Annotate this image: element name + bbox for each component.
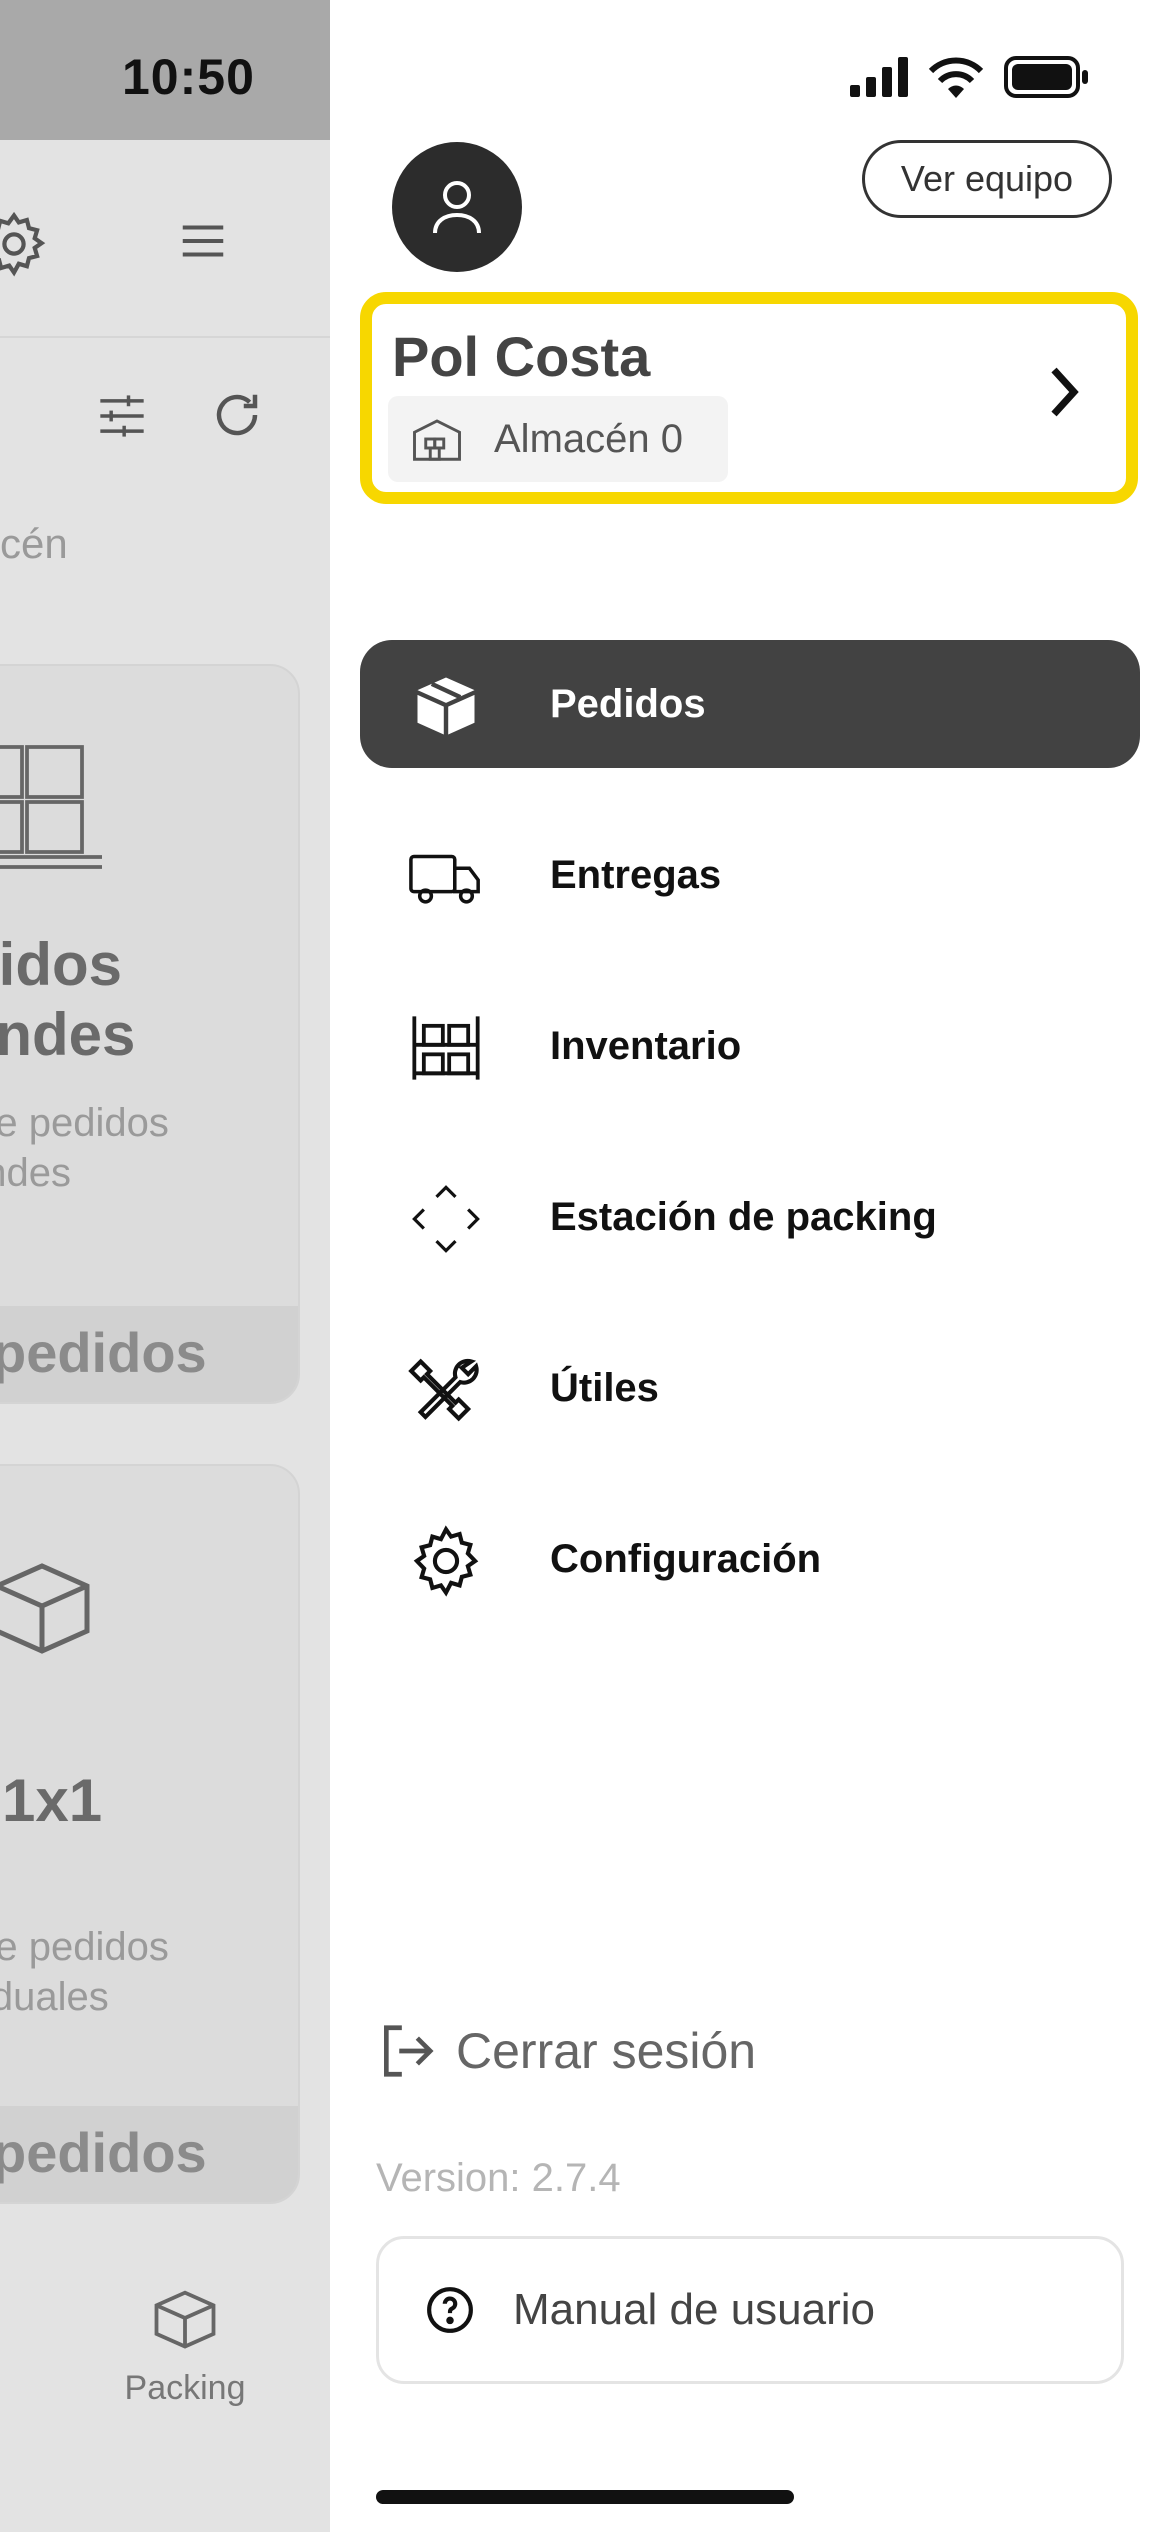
tools-icon [408, 1358, 479, 1422]
hamburger-menu-icon[interactable] [176, 214, 230, 268]
help-circle-icon [427, 2287, 473, 2333]
box-icon [0, 1563, 90, 1654]
user-manual-button[interactable]: Manual de usuario [376, 2236, 1124, 2384]
logout-button[interactable]: Cerrar sesión [376, 2020, 756, 2082]
menu-label: Configuración [550, 1536, 822, 1581]
status-bar-left: 10:50 [0, 0, 330, 140]
menu-item-pedidos[interactable]: Pedidos [360, 640, 1140, 768]
tab-packing[interactable]: Packing [110, 2280, 260, 2408]
arrows-diamond-icon [412, 1185, 480, 1253]
shelves-icon [412, 1016, 480, 1080]
user-profile-card[interactable]: Pol Costa Almacén 0 [360, 292, 1138, 504]
logout-icon [384, 2025, 434, 2077]
avatar[interactable] [392, 142, 522, 272]
user-name: Pol Costa [392, 325, 651, 388]
card-title: didos andes [0, 931, 136, 1068]
menu-label: Inventario [550, 1023, 742, 1068]
settings-gear-icon[interactable] [0, 208, 50, 280]
user-manual-label: Manual de usuario [513, 2285, 876, 2334]
refresh-icon[interactable] [210, 388, 264, 442]
wifi-icon [928, 57, 984, 98]
box-icon [417, 677, 475, 735]
user-icon [433, 181, 481, 234]
card-title: 1x1 [2, 1767, 103, 1834]
menu-item-estacion-packing[interactable]: Estación de packing [360, 1153, 1140, 1281]
menu-item-configuracion[interactable]: Configuración [360, 1495, 1140, 1623]
tab-packing-label: Packing [124, 2369, 246, 2407]
menu-item-entregas[interactable]: Entregas [360, 811, 1140, 939]
background-app[interactable]: 10:50 cén didos andes de pedidos andes [0, 0, 330, 2532]
side-drawer: Ver equipo Pol Costa Almacén 0 Pedidos E… [330, 0, 1170, 2532]
warehouse-icon [413, 419, 461, 461]
cellular-signal-icon [850, 57, 908, 97]
card-subtitle: de pedidos viduales [0, 1925, 169, 2019]
gear-icon [413, 1525, 479, 1597]
truck-icon [409, 854, 480, 904]
logout-label: Cerrar sesión [456, 2023, 757, 2079]
orders-card-1x1[interactable]: 1x1 de pedidos viduales pedidos [0, 1464, 300, 2204]
background-filter-label: cén [0, 520, 68, 567]
orders-card-large[interactable]: didos andes de pedidos andes pedidos [0, 664, 300, 1404]
menu-label: Pedidos [550, 681, 706, 726]
card-count-band: pedidos [0, 1306, 298, 1402]
status-icons [850, 56, 1090, 98]
packing-box-icon [154, 2290, 216, 2349]
warehouse-badge: Almacén 0 [388, 396, 728, 482]
menu-label: Útiles [550, 1365, 659, 1410]
ver-equipo-button[interactable]: Ver equipo [862, 140, 1112, 218]
card-count-band: pedidos [0, 2106, 298, 2202]
battery-icon [1004, 56, 1088, 98]
card-subtitle: de pedidos andes [0, 1101, 169, 1195]
home-indicator [376, 2490, 794, 2504]
menu-label: Entregas [550, 852, 722, 897]
app-screen: 10:50 cén didos andes de pedidos andes [0, 0, 1170, 2532]
warehouse-label: Almacén 0 [494, 416, 683, 461]
status-time: 10:50 [122, 49, 255, 105]
card-count-label: pedidos [0, 1321, 207, 1384]
menu-item-inventario[interactable]: Inventario [360, 982, 1140, 1110]
card-count-label: pedidos [0, 2121, 207, 2184]
menu-label: Estación de packing [550, 1194, 937, 1239]
pallet-boxes-icon [0, 745, 102, 869]
app-version: Version: 2.7.4 [376, 2156, 621, 2200]
menu-item-utiles[interactable]: Útiles [360, 1324, 1140, 1452]
chevron-right-icon [1051, 367, 1079, 417]
drawer-menu: Pedidos Entregas Inventario Estación de … [360, 640, 1140, 1666]
filter-sliders-icon[interactable] [96, 390, 148, 442]
